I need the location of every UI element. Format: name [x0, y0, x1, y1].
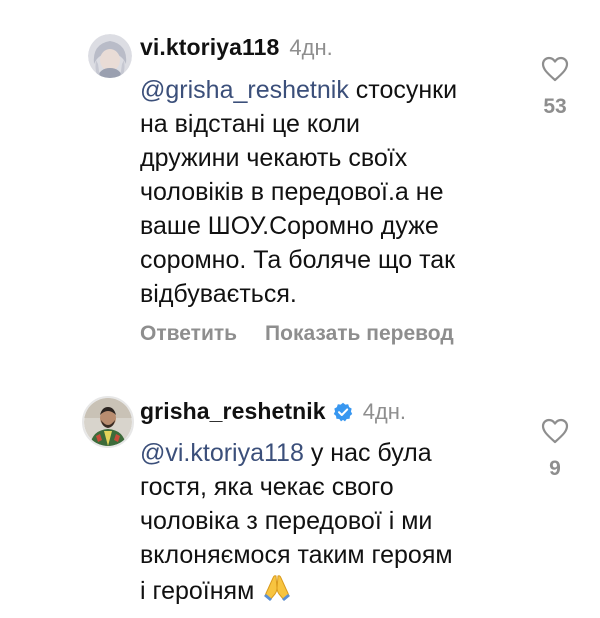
heart-outline-icon[interactable]	[541, 418, 569, 444]
like-count: 9	[549, 457, 561, 480]
comment-text-line: ваше ШОУ.Соромно дуже	[140, 212, 439, 240]
avatar[interactable]	[88, 34, 132, 78]
comment-text-line: на відстані це коли	[140, 110, 360, 138]
mention-link[interactable]: @grisha_reshetnik	[140, 76, 349, 104]
reply-button[interactable]: Ответить	[140, 322, 237, 346]
comment-text-line: гостя, яка чекає свого	[140, 473, 394, 501]
like-button[interactable]: 9	[533, 418, 577, 481]
comment-text: @vi.ktoriya118 у нас була гостя, яка чек…	[140, 436, 453, 608]
comment-text: @grisha_reshetnik стосунки на відстані ц…	[140, 73, 457, 311]
comment-time: 4дн.	[362, 398, 407, 424]
comment-text-line: чоловіків в передової.а не	[140, 178, 444, 206]
heart-outline-icon[interactable]	[541, 56, 569, 82]
comment-text-line: відбувається.	[140, 280, 297, 308]
comment-time: 4дн.	[289, 34, 333, 60]
comment-actions: Ответить Показать перевод	[140, 322, 454, 346]
comment-text-line: вклоняємося таким героям	[140, 541, 453, 569]
show-translation-button[interactable]: Показать перевод	[265, 322, 454, 346]
comment-text-line: дружини чекають своїх	[140, 144, 408, 172]
folded-hands-emoji-icon	[264, 575, 291, 601]
like-button[interactable]: 53	[533, 56, 577, 119]
avatar[interactable]	[82, 396, 134, 448]
verified-badge-icon	[333, 402, 352, 421]
comment-text-line: у нас була	[303, 439, 432, 467]
comment-text-line: стосунки	[348, 76, 458, 104]
comment-username[interactable]: vi.ktoriya118	[140, 34, 279, 61]
like-count: 53	[543, 95, 567, 118]
comment-text-line: і героїням	[140, 577, 255, 605]
comment-text-line: соромно. Та боляче що так	[140, 246, 456, 274]
comment-username[interactable]: grisha_reshetnik	[140, 398, 326, 425]
comment-text-line: чоловіка з передової і ми	[140, 507, 433, 535]
mention-link[interactable]: @vi.ktoriya118	[140, 439, 304, 467]
